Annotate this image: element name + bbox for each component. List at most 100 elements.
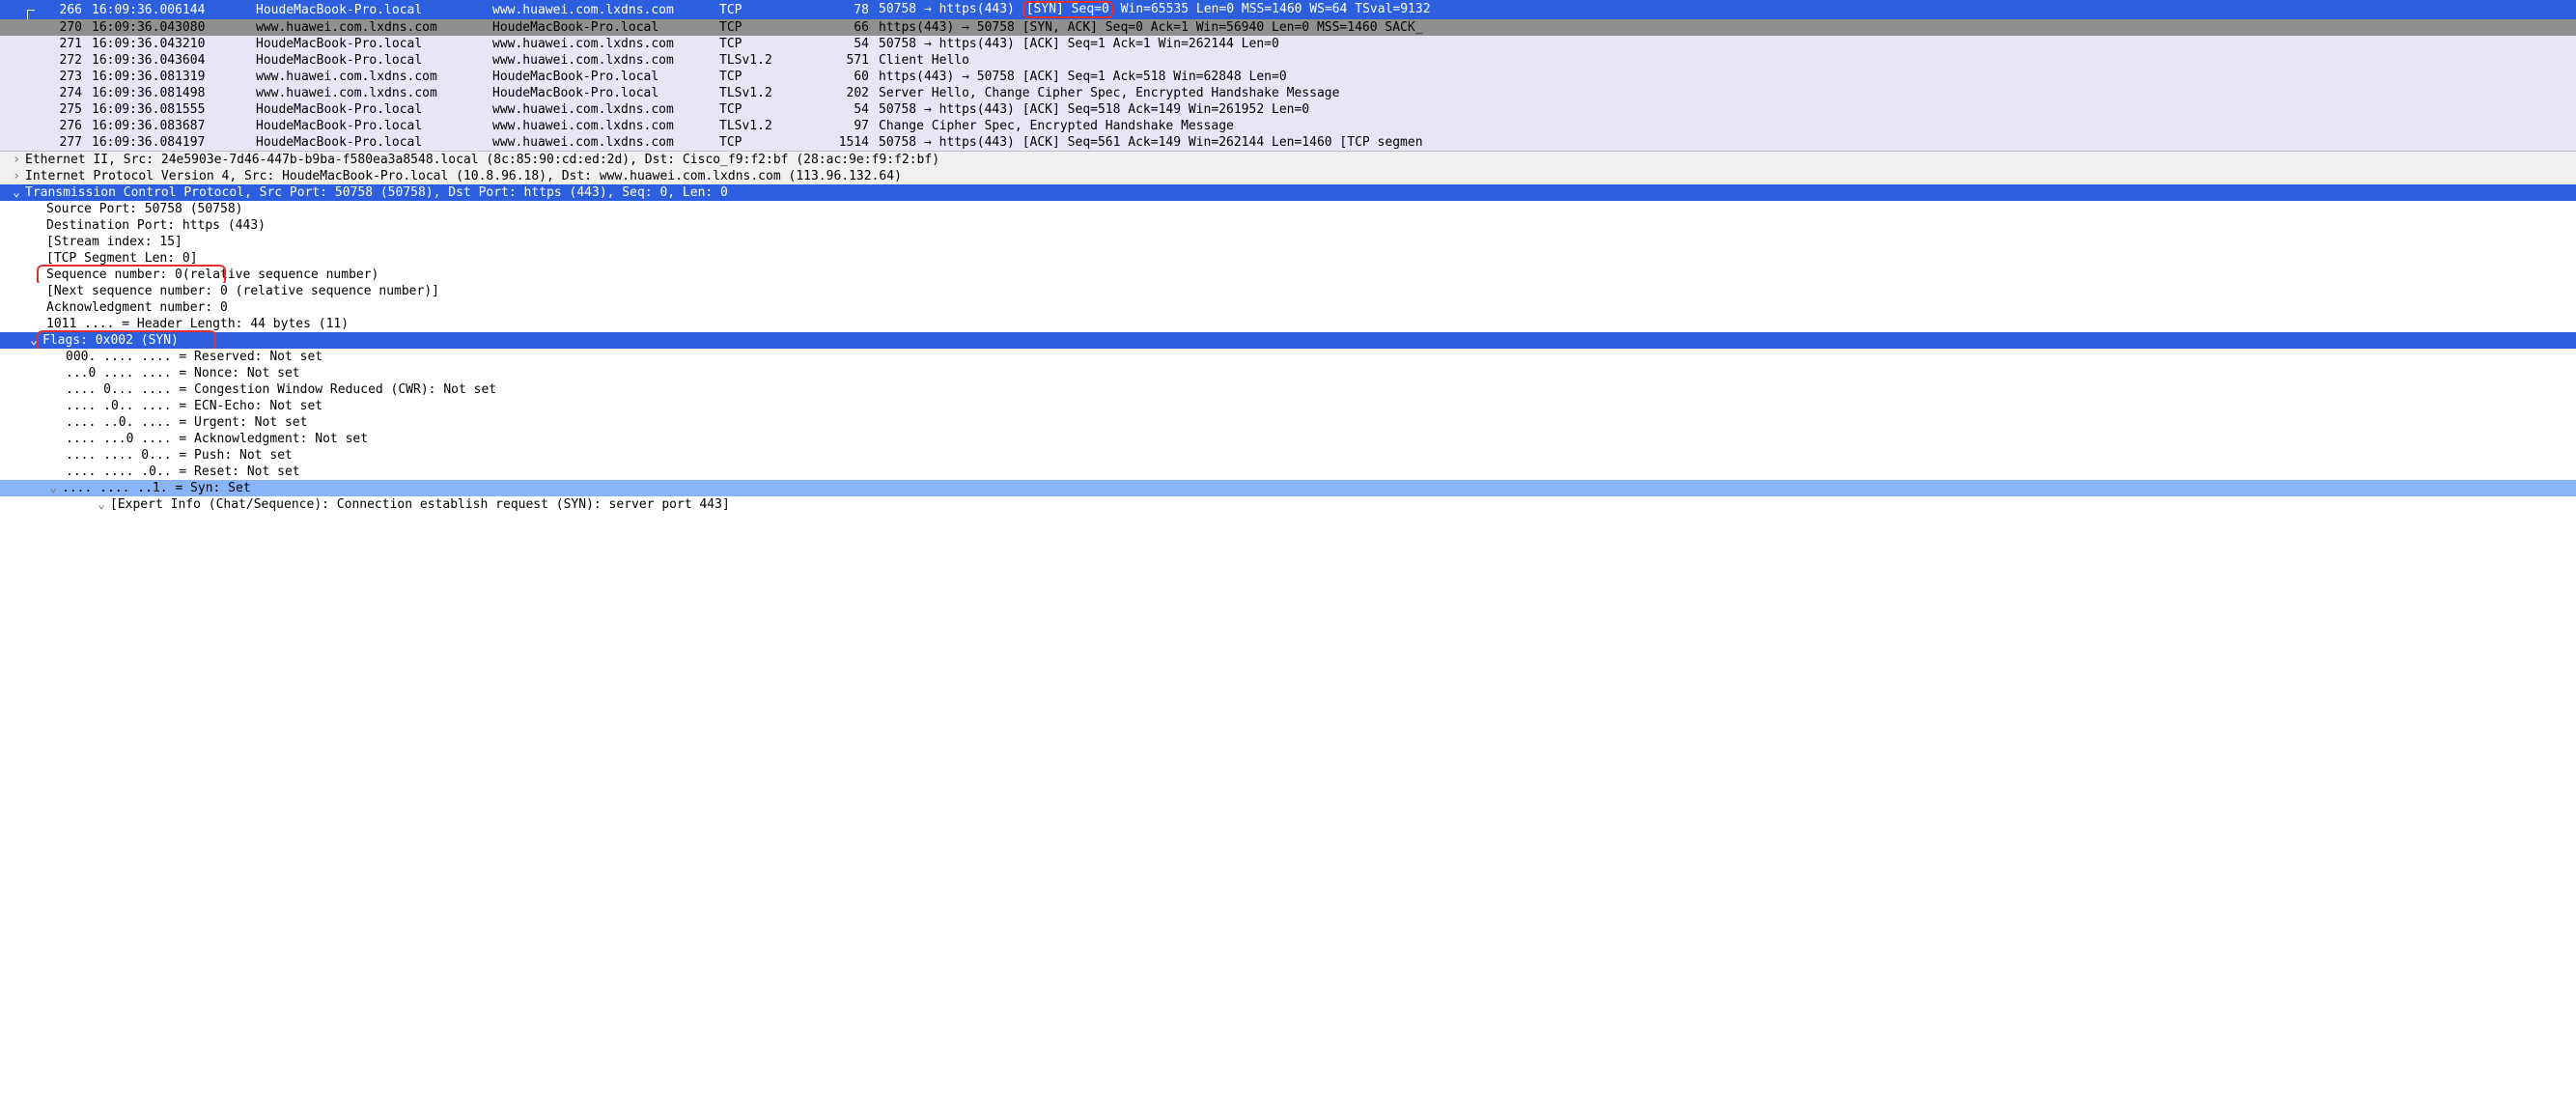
header-length[interactable]: 1011 .... = Header Length: 44 bytes (11) <box>0 316 2576 332</box>
chevron-down-icon[interactable]: ⌄ <box>46 481 60 495</box>
detail-text: Acknowledgment number: 0 <box>46 300 228 315</box>
packet-protocol: TCP <box>719 70 811 84</box>
packet-no: 272 <box>39 53 92 68</box>
packet-length: 60 <box>811 70 879 84</box>
packet-protocol: TLSv1.2 <box>719 119 811 133</box>
packet-length: 202 <box>811 86 879 100</box>
stream-index[interactable]: [Stream index: 15] <box>0 234 2576 250</box>
bracket-icon <box>27 10 35 19</box>
tcp-header[interactable]: ⌄ Transmission Control Protocol, Src Por… <box>0 184 2576 201</box>
packet-info: 50758 → https(443) [ACK] Seq=1 Ack=1 Win… <box>879 37 2576 51</box>
packet-protocol: TCP <box>719 20 811 35</box>
ethernet-header[interactable]: › Ethernet II, Src: 24e5903e-7d46-447b-b… <box>0 152 2576 168</box>
packet-length: 78 <box>811 3 879 17</box>
flag-line[interactable]: .... ..0. .... = Urgent: Not set <box>0 414 2576 431</box>
packet-length: 66 <box>811 20 879 35</box>
packet-protocol: TCP <box>719 135 811 150</box>
chevron-down-icon[interactable]: ⌄ <box>95 497 108 512</box>
packet-info: Change Cipher Spec, Encrypted Handshake … <box>879 119 2576 133</box>
ack-number[interactable]: Acknowledgment number: 0 <box>0 299 2576 316</box>
packet-no: 266 <box>39 3 92 17</box>
ip-header[interactable]: › Internet Protocol Version 4, Src: Houd… <box>0 168 2576 184</box>
packet-length: 1514 <box>811 135 879 150</box>
packet-info: Client Hello <box>879 53 2576 68</box>
packet-protocol: TCP <box>719 3 811 17</box>
packet-destination: www.huawei.com.lxdns.com <box>492 53 719 68</box>
packet-time: 16:09:36.043210 <box>92 37 246 51</box>
flag-line[interactable]: .... .... 0... = Push: Not set <box>0 447 2576 464</box>
packet-row[interactable]: 27716:09:36.084197HoudeMacBook-Pro.local… <box>0 134 2576 151</box>
packet-row[interactable]: 27616:09:36.083687HoudeMacBook-Pro.local… <box>0 118 2576 134</box>
packet-info: Server Hello, Change Cipher Spec, Encryp… <box>879 86 2576 100</box>
packet-length: 54 <box>811 102 879 117</box>
packet-row[interactable]: 27416:09:36.081498www.huawei.com.lxdns.c… <box>0 85 2576 101</box>
tcp-segment-len[interactable]: [TCP Segment Len: 0] <box>0 250 2576 267</box>
flag-line[interactable]: .... ...0 .... = Acknowledgment: Not set <box>0 431 2576 447</box>
chevron-right-icon[interactable]: › <box>10 153 23 167</box>
detail-text: [Expert Info (Chat/Sequence): Connection… <box>110 497 730 512</box>
detail-text: [Stream index: 15] <box>46 235 182 249</box>
packet-destination: HoudeMacBook-Pro.local <box>492 20 719 35</box>
packet-no: 271 <box>39 37 92 51</box>
packet-destination: www.huawei.com.lxdns.com <box>492 37 719 51</box>
packet-no: 276 <box>39 119 92 133</box>
packet-time: 16:09:36.043604 <box>92 53 246 68</box>
flag-line[interactable]: 000. .... .... = Reserved: Not set <box>0 349 2576 365</box>
packet-time: 16:09:36.081555 <box>92 102 246 117</box>
detail-text: ...0 .... .... = Nonce: Not set <box>66 366 300 380</box>
packet-row[interactable]: 27516:09:36.081555HoudeMacBook-Pro.local… <box>0 101 2576 118</box>
flag-line[interactable]: .... .... .0.. = Reset: Not set <box>0 464 2576 480</box>
packet-row[interactable]: 27116:09:36.043210HoudeMacBook-Pro.local… <box>0 36 2576 52</box>
packet-destination: www.huawei.com.lxdns.com <box>492 102 719 117</box>
packet-length: 97 <box>811 119 879 133</box>
packet-info: https(443) → 50758 [ACK] Seq=1 Ack=518 W… <box>879 70 2576 84</box>
packet-row[interactable]: 26616:09:36.006144HoudeMacBook-Pro.local… <box>0 0 2576 19</box>
packet-protocol: TLSv1.2 <box>719 86 811 100</box>
packet-info: 50758 → https(443) [ACK] Seq=561 Ack=149… <box>879 135 2576 150</box>
packet-no: 274 <box>39 86 92 100</box>
packet-time: 16:09:36.081319 <box>92 70 246 84</box>
detail-text: [Next sequence number: 0 (relative seque… <box>46 284 439 298</box>
sequence-number[interactable]: Sequence number: 0 (relative sequence nu… <box>0 267 2576 283</box>
detail-text: .... ..0. .... = Urgent: Not set <box>66 415 307 430</box>
packet-list[interactable]: 26616:09:36.006144HoudeMacBook-Pro.local… <box>0 0 2576 151</box>
packet-row[interactable]: 27016:09:36.043080www.huawei.com.lxdns.c… <box>0 19 2576 36</box>
detail-text: Transmission Control Protocol, Src Port:… <box>25 185 728 200</box>
packet-time: 16:09:36.083687 <box>92 119 246 133</box>
packet-time: 16:09:36.043080 <box>92 20 246 35</box>
packet-source: HoudeMacBook-Pro.local <box>246 102 492 117</box>
chevron-right-icon[interactable]: › <box>10 169 23 183</box>
detail-text: Destination Port: https (443) <box>46 218 266 233</box>
flag-line[interactable]: .... .0.. .... = ECN-Echo: Not set <box>0 398 2576 414</box>
detail-text: 1011 .... = Header Length: 44 bytes (11) <box>46 317 349 331</box>
flag-line[interactable]: .... 0... .... = Congestion Window Reduc… <box>0 381 2576 398</box>
source-port[interactable]: Source Port: 50758 (50758) <box>0 201 2576 217</box>
chevron-down-icon[interactable]: ⌄ <box>27 333 41 348</box>
packet-no: 277 <box>39 135 92 150</box>
packet-length: 571 <box>811 53 879 68</box>
flag-syn[interactable]: ⌄ .... .... ..1. = Syn: Set <box>0 480 2576 496</box>
flags-header[interactable]: ⌄ Flags: 0x002 (SYN) <box>0 332 2576 349</box>
packet-destination: HoudeMacBook-Pro.local <box>492 86 719 100</box>
detail-text: .... .0.. .... = ECN-Echo: Not set <box>66 399 322 413</box>
packet-time: 16:09:36.006144 <box>92 3 246 17</box>
expert-info[interactable]: ⌄ [Expert Info (Chat/Sequence): Connecti… <box>0 496 2576 513</box>
packet-time: 16:09:36.081498 <box>92 86 246 100</box>
packet-source: www.huawei.com.lxdns.com <box>246 20 492 35</box>
packet-details[interactable]: › Ethernet II, Src: 24e5903e-7d46-447b-b… <box>0 151 2576 513</box>
packet-destination: www.huawei.com.lxdns.com <box>492 119 719 133</box>
packet-source: HoudeMacBook-Pro.local <box>246 53 492 68</box>
packet-source: HoudeMacBook-Pro.local <box>246 3 492 17</box>
flag-line[interactable]: ...0 .... .... = Nonce: Not set <box>0 365 2576 381</box>
destination-port[interactable]: Destination Port: https (443) <box>0 217 2576 234</box>
packet-protocol: TCP <box>719 102 811 117</box>
packet-row[interactable]: 27216:09:36.043604HoudeMacBook-Pro.local… <box>0 52 2576 69</box>
packet-row[interactable]: 27316:09:36.081319www.huawei.com.lxdns.c… <box>0 69 2576 85</box>
chevron-down-icon[interactable]: ⌄ <box>10 185 23 200</box>
detail-text: Flags: 0x002 (SYN) <box>42 333 179 348</box>
detail-text: Ethernet II, Src: 24e5903e-7d46-447b-b9b… <box>25 153 939 167</box>
packet-no: 270 <box>39 20 92 35</box>
next-sequence-number[interactable]: [Next sequence number: 0 (relative seque… <box>0 283 2576 299</box>
detail-text-suffix: (relative sequence number) <box>182 268 379 282</box>
detail-text: Source Port: 50758 (50758) <box>46 202 243 216</box>
